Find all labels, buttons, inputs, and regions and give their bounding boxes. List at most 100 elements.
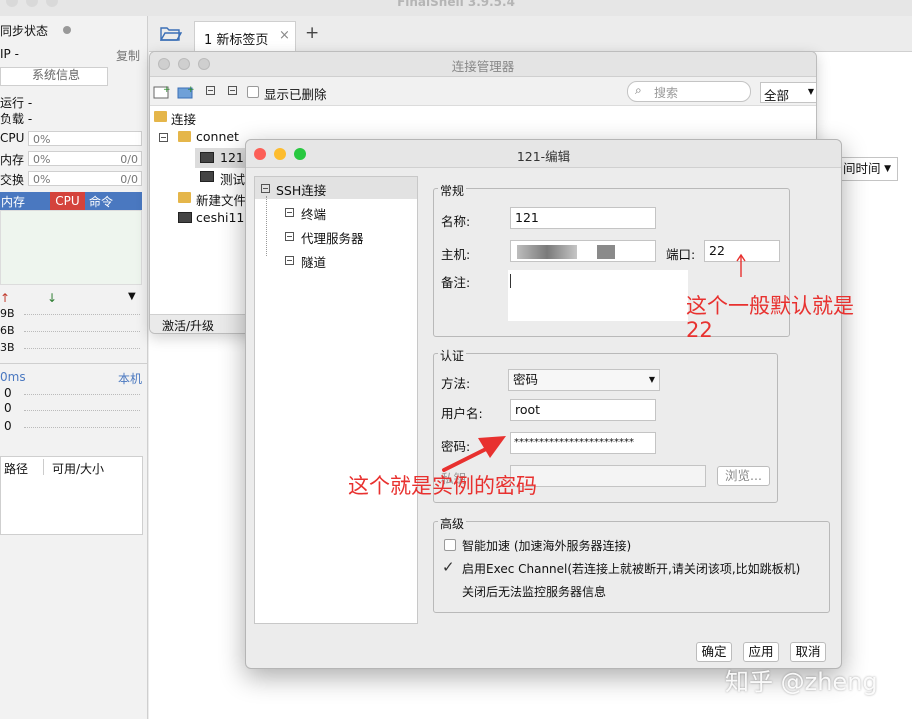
tree-item-test[interactable]: 测试: [220, 169, 245, 188]
folder-open-icon[interactable]: [160, 26, 182, 42]
tree-proxy[interactable]: 代理服务器: [301, 228, 364, 247]
disk-col-size[interactable]: 可用/大小: [52, 460, 104, 477]
collapse-all-icon[interactable]: [206, 86, 215, 95]
host-label: 主机:: [441, 247, 471, 262]
cancel-button[interactable]: 取消: [790, 642, 826, 662]
left-monitor-panel: 同步状态 IP - 复制 系统信息 运行 - 负载 - CPU 0% 内存 0%…: [0, 16, 148, 719]
port-annotation: 这个一般默认就是: [686, 294, 854, 318]
chevron-down-icon: ▼: [648, 375, 655, 384]
terminal-icon: [200, 152, 214, 163]
grid-line: [24, 314, 140, 315]
editor-title: 121-编辑: [516, 149, 571, 164]
running-label: 运行 -: [0, 96, 33, 110]
method-label: 方法:: [441, 376, 471, 391]
new-connection-icon[interactable]: +: [153, 84, 171, 100]
tree-tunnel[interactable]: 隧道: [301, 252, 326, 271]
note-textarea[interactable]: [508, 270, 688, 321]
username-input[interactable]: root: [510, 399, 656, 421]
port-annotation-value: 22: [686, 318, 713, 342]
cpu-bar: 0%: [28, 131, 142, 146]
tree-terminal[interactable]: 终端: [301, 204, 326, 223]
general-title: 常规: [438, 182, 467, 199]
host-input[interactable]: [510, 240, 656, 262]
tree-item-ceshi[interactable]: ceshi11: [196, 210, 244, 225]
chevron-down-icon: ▼: [807, 87, 814, 96]
swap-value: 0%: [33, 173, 51, 186]
latency-row: 0: [4, 401, 12, 415]
checkmark-icon[interactable]: ✓: [442, 558, 455, 576]
swap-bar: 0% 0/0: [28, 171, 142, 186]
add-tab-icon[interactable]: +: [305, 23, 319, 43]
collapse-icon[interactable]: [261, 184, 270, 193]
folder-icon: [178, 192, 191, 203]
advanced-title: 高级: [438, 515, 467, 532]
filter-select[interactable]: 全部 ▼: [760, 82, 816, 103]
grid-line: [24, 410, 140, 411]
name-input[interactable]: 121: [510, 207, 656, 229]
col-cpu[interactable]: CPU: [50, 192, 85, 210]
node-icon: [285, 256, 294, 265]
tree-item-121[interactable]: 121: [220, 150, 244, 165]
search-input[interactable]: ⌕ 搜索: [627, 81, 751, 102]
username-label: 用户名:: [441, 406, 483, 421]
grid-line: [24, 427, 140, 428]
show-deleted-checkbox[interactable]: [247, 86, 259, 98]
network-dropdown-icon[interactable]: ▼: [128, 291, 136, 302]
password-annotation: 这个就是实例的密码: [348, 474, 537, 498]
terminal-icon: [178, 212, 192, 223]
expand-all-icon[interactable]: [228, 86, 237, 95]
filter-value: 全部: [764, 88, 790, 103]
search-icon: ⌕: [635, 83, 642, 97]
folder-icon: [178, 131, 191, 142]
password-input[interactable]: ************************: [510, 432, 656, 454]
new-folder-icon[interactable]: +: [177, 84, 195, 100]
mem-label: 内存: [0, 153, 25, 167]
process-table-body: [0, 210, 142, 285]
method-select[interactable]: 密码 ▼: [508, 369, 660, 391]
disk-col-path[interactable]: 路径: [4, 460, 28, 477]
show-deleted-label: 显示已删除: [264, 87, 327, 102]
edit-connection-dialog: 121-编辑 SSH连接 终端 代理服务器 隧道 常规 名称: 121 主机: …: [245, 139, 842, 669]
copy-link[interactable]: 复制: [116, 47, 140, 64]
download-arrow-icon: ↓: [47, 291, 58, 305]
mem-bar: 0% 0/0: [28, 151, 142, 166]
smart-accel-checkbox[interactable]: [444, 539, 456, 551]
tree-folder-connet[interactable]: connet: [196, 129, 239, 144]
net-row: 9B: [0, 307, 15, 320]
activate-button[interactable]: 激活/升级: [162, 317, 214, 333]
app-title: FinalShell 3.9.5.4: [397, 0, 515, 9]
grid-line: [24, 331, 140, 332]
net-row: 3B: [0, 341, 15, 354]
settings-tree: SSH连接 终端 代理服务器 隧道: [254, 176, 418, 624]
terminal-icon: [200, 171, 214, 182]
col-divider: [43, 459, 44, 475]
tab-new[interactable]: 1 新标签页 ×: [194, 21, 296, 52]
latency-row: 0: [4, 386, 12, 400]
apply-button[interactable]: 应用: [743, 642, 779, 662]
swap-label: 交换: [0, 173, 25, 187]
name-label: 名称:: [441, 214, 471, 229]
tree-new-folder[interactable]: 新建文件: [196, 190, 246, 209]
private-key-input[interactable]: [510, 465, 706, 487]
note-label: 备注:: [441, 275, 471, 290]
tree-root[interactable]: 连接: [171, 109, 196, 128]
watermark: 知乎 @zheng: [725, 668, 878, 696]
sysinfo-button[interactable]: 系统信息: [0, 67, 108, 86]
tree-ssh[interactable]: SSH连接: [276, 180, 326, 199]
browse-button[interactable]: 浏览...: [717, 466, 770, 486]
close-tab-icon[interactable]: ×: [279, 28, 290, 43]
divider: [0, 363, 148, 364]
collapse-icon[interactable]: [159, 133, 168, 142]
local-label[interactable]: 本机: [118, 370, 142, 387]
auth-title: 认证: [438, 347, 467, 364]
svg-text:+: +: [187, 85, 195, 95]
col-mem[interactable]: 内存: [1, 193, 25, 210]
latency-row: 0: [4, 419, 12, 433]
col-cmd[interactable]: 命令: [89, 193, 113, 210]
grid-line: [24, 394, 140, 395]
sync-status-label: 同步状态: [0, 24, 49, 38]
ok-button[interactable]: 确定: [696, 642, 732, 662]
editor-titlebar: 121-编辑: [246, 140, 841, 168]
port-label: 端口:: [666, 247, 696, 262]
node-icon: [285, 208, 294, 217]
